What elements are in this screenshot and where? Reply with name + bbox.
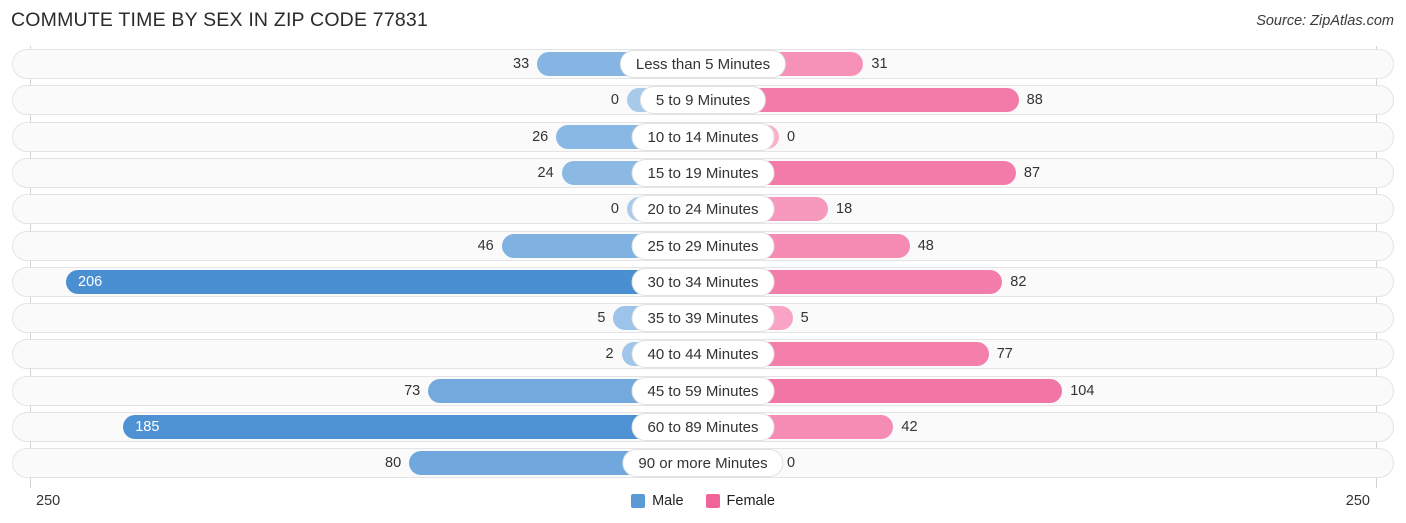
category-label: 10 to 14 Minutes [631, 122, 775, 151]
category-label: Less than 5 Minutes [619, 50, 787, 78]
bar-row[interactable]: 26 0 10 to 14 Minutes [12, 121, 1394, 152]
chart-legend: Male Female [0, 493, 1406, 509]
bar-value-male: 73 [404, 382, 421, 399]
bar-value-male: 0 [610, 201, 619, 218]
bar-value-female: 31 [871, 56, 888, 72]
bar-value-male: 2 [605, 346, 614, 363]
bar-value-female: 104 [1070, 382, 1095, 399]
bar-row[interactable]: 33 31 Less than 5 Minutes [12, 49, 1394, 79]
bar-value-female: 48 [917, 237, 934, 254]
bar-male[interactable] [123, 415, 703, 439]
page-title: COMMUTE TIME BY SEX IN ZIP CODE 77831 [11, 9, 429, 31]
bar-row[interactable]: 80 0 90 or more Minutes [12, 448, 1394, 479]
chart-footer: 250 250 Male Female [0, 488, 1406, 523]
legend-swatch-female-icon [705, 494, 720, 508]
source-attribution: Source: ZipAtlas.com [1256, 13, 1394, 29]
category-label: 40 to 44 Minutes [631, 340, 775, 369]
bar-value-female: 87 [1023, 164, 1041, 181]
category-label: 25 to 29 Minutes [631, 231, 775, 260]
category-label: 20 to 24 Minutes [631, 195, 775, 224]
legend-label-female: Female [726, 493, 775, 509]
bar-row[interactable]: 5 5 35 to 39 Minutes [12, 303, 1394, 334]
bar-row[interactable]: 206 82 30 to 34 Minutes [12, 266, 1394, 297]
bar-row[interactable]: 185 42 60 to 89 Minutes [12, 412, 1394, 442]
bar-value-female: 0 [787, 128, 796, 145]
category-label: 15 to 19 Minutes [631, 158, 775, 187]
legend-label-male: Male [652, 493, 684, 509]
chart-header: COMMUTE TIME BY SEX IN ZIP CODE 77831 So… [0, 0, 1406, 40]
legend-item-female[interactable]: Female [705, 493, 775, 509]
category-label: 45 to 59 Minutes [631, 376, 775, 405]
bar-value-male: 46 [477, 237, 494, 254]
legend-item-male[interactable]: Male [631, 493, 684, 509]
bar-value-female: 0 [787, 455, 796, 472]
bar-row[interactable]: 46 48 25 to 29 Minutes [12, 230, 1394, 261]
bar-row[interactable]: 0 88 5 to 9 Minutes [12, 85, 1394, 116]
bar-value-female: 42 [901, 419, 918, 435]
bar-value-female: 77 [996, 346, 1013, 363]
bar-value-female: 82 [1010, 273, 1027, 290]
bar-value-female: 18 [836, 201, 853, 218]
bar-value-male: 26 [532, 128, 549, 145]
bar-row[interactable]: 73 104 45 to 59 Minutes [12, 375, 1394, 406]
category-label: 5 to 9 Minutes [639, 86, 767, 115]
category-label: 60 to 89 Minutes [631, 413, 775, 441]
bar-value-male: 24 [537, 164, 554, 181]
bar-male[interactable] [66, 269, 703, 294]
category-label: 30 to 34 Minutes [631, 267, 775, 296]
bar-value-male: 185 [135, 419, 160, 435]
bar-value-female: 5 [800, 310, 809, 327]
bar-value-male: 80 [385, 455, 402, 472]
bar-value-male: 33 [513, 56, 530, 72]
bar-row[interactable]: 24 87 15 to 19 Minutes [12, 157, 1394, 188]
bar-value-female: 88 [1026, 92, 1043, 109]
category-label: 35 to 39 Minutes [631, 304, 775, 333]
bar-row[interactable]: 2 77 40 to 44 Minutes [12, 339, 1394, 370]
legend-swatch-male-icon [631, 494, 646, 508]
category-label: 90 or more Minutes [622, 449, 784, 478]
bar-value-male: 206 [78, 273, 103, 290]
chart-plot-area: 33 31 Less than 5 Minutes 0 88 5 to 9 Minutes… [0, 46, 1406, 488]
bar-row[interactable]: 0 18 20 to 24 Minutes [12, 194, 1394, 225]
bar-value-male: 5 [597, 310, 606, 327]
bar-value-male: 0 [610, 92, 619, 109]
